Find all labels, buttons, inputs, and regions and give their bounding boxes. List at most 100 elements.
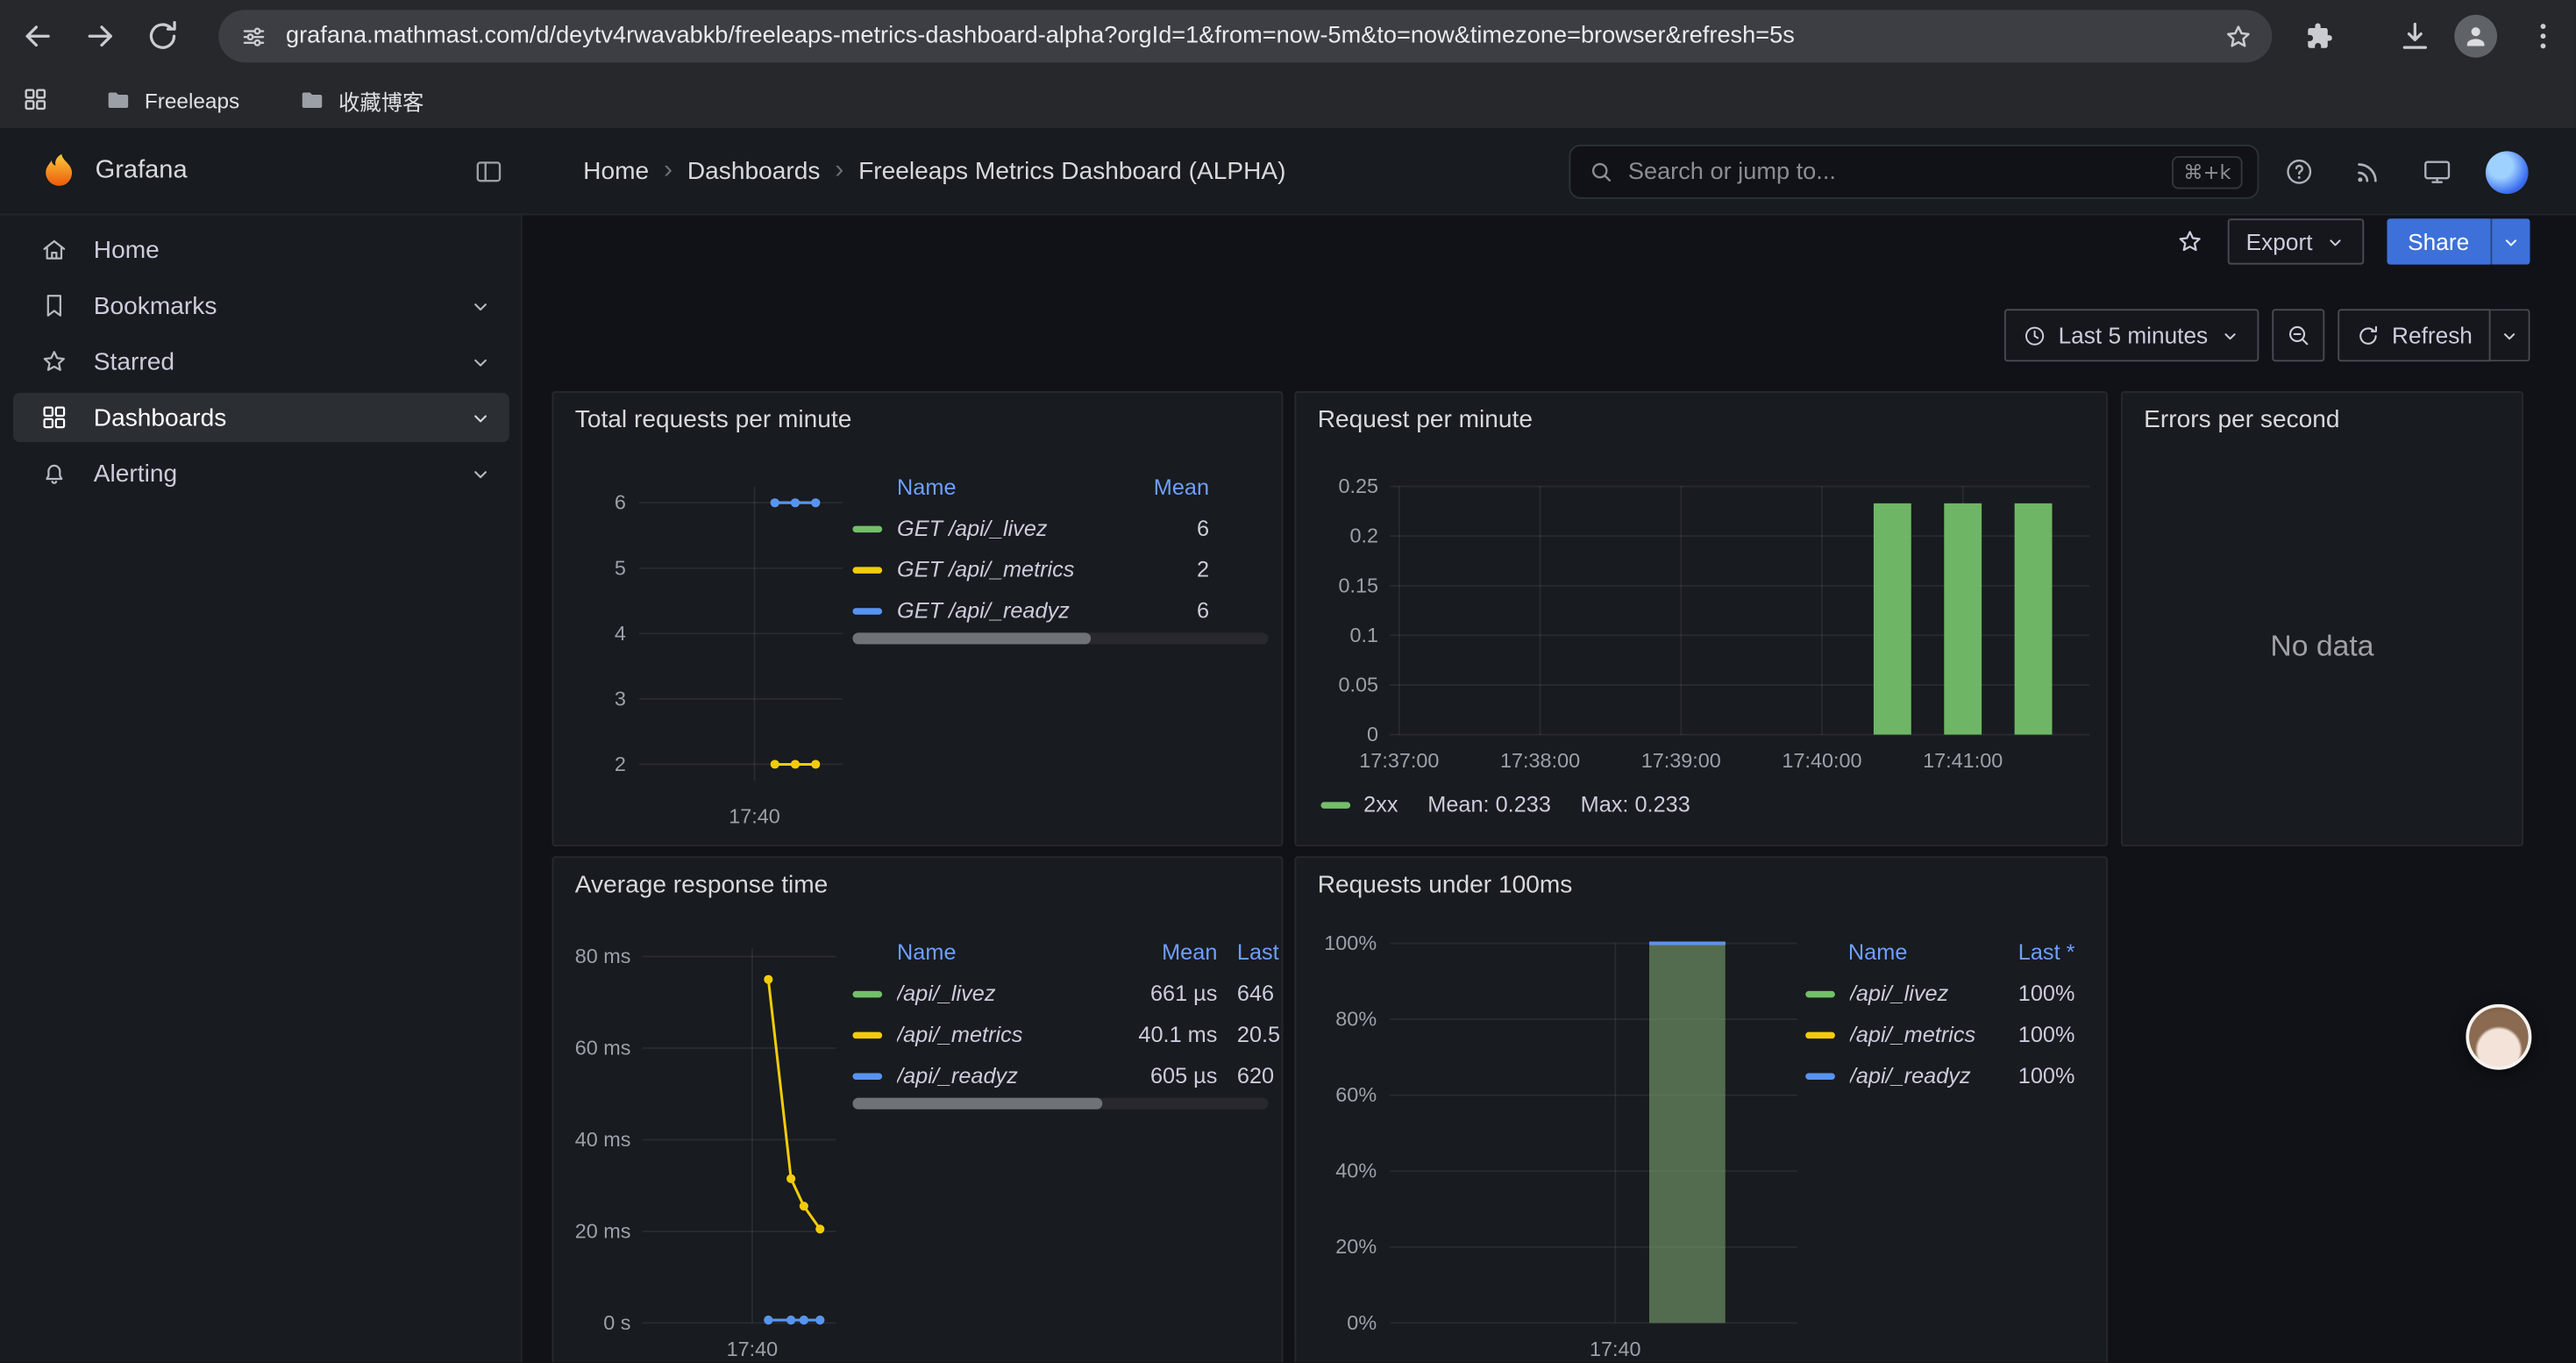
star-icon bbox=[39, 346, 69, 376]
refresh-button[interactable]: Refresh bbox=[2338, 309, 2490, 361]
bookmark-star-icon[interactable] bbox=[2223, 20, 2254, 52]
series-swatch bbox=[852, 1073, 882, 1079]
sidebar-item-dashboards[interactable]: Dashboards bbox=[13, 393, 509, 442]
user-avatar[interactable] bbox=[2486, 151, 2529, 194]
legend-col-header[interactable]: Last * bbox=[1217, 939, 1283, 964]
browser-profile-avatar[interactable] bbox=[2454, 15, 2497, 58]
legend-col-header[interactable]: Name bbox=[1805, 939, 1976, 964]
scrollbar-thumb[interactable] bbox=[852, 632, 1091, 644]
legend-col-header[interactable]: Name bbox=[852, 475, 1123, 499]
legend-row[interactable]: /api/_readyz100% bbox=[1805, 1055, 2074, 1096]
legend-row[interactable]: GET /api/_metrics2 bbox=[852, 549, 1209, 590]
search-input[interactable]: Search or jump to... ⌘+k bbox=[1569, 145, 2259, 199]
downloads-icon[interactable] bbox=[2397, 18, 2433, 54]
legend-col-header[interactable]: Last * bbox=[1976, 939, 2074, 964]
bookmark-item[interactable]: Freeleaps bbox=[92, 79, 253, 122]
help-icon[interactable] bbox=[2283, 156, 2315, 188]
time-controls: Last 5 minutes Refresh bbox=[2004, 309, 2530, 361]
series-swatch bbox=[852, 607, 882, 613]
export-button[interactable]: Export bbox=[2228, 218, 2364, 264]
series-name[interactable]: 2xx bbox=[1363, 792, 1398, 817]
news-rss-icon[interactable] bbox=[2352, 156, 2384, 188]
legend-row[interactable]: GET /api/_readyz6 bbox=[852, 590, 1209, 632]
series-value: 100% bbox=[1976, 1063, 2074, 1088]
time-range-picker[interactable]: Last 5 minutes bbox=[2004, 309, 2259, 361]
sidebar-item-home[interactable]: Home bbox=[13, 225, 509, 275]
series-swatch bbox=[852, 1031, 882, 1038]
series-name: GET /api/_metrics bbox=[897, 557, 1124, 582]
legend-table: NameMeanGET /api/_livez6GET /api/_metric… bbox=[852, 465, 1209, 631]
svg-text:0%: 0% bbox=[1347, 1311, 1377, 1334]
svg-text:0.05: 0.05 bbox=[1338, 673, 1378, 696]
legend-inline[interactable]: 2xx Mean: 0.233 Max: 0.233 bbox=[1320, 792, 1690, 817]
chart-request-per-minute[interactable]: 0.250.20.150.10.05017:37:0017:38:0017:39… bbox=[1296, 393, 2108, 846]
url-bar[interactable]: grafana.mathmast.com/d/deytv4rwavabkb/fr… bbox=[218, 10, 2272, 62]
sidebar-item-alerting[interactable]: Alerting bbox=[13, 449, 509, 498]
svg-text:20 ms: 20 ms bbox=[575, 1219, 631, 1242]
zoom-out-button[interactable] bbox=[2272, 309, 2324, 361]
screen: grafana.mathmast.com/d/deytv4rwavabkb/fr… bbox=[0, 0, 2576, 1363]
browser-back-icon[interactable] bbox=[19, 18, 55, 54]
legend-row[interactable]: /api/_metrics40.1 ms20.5 ms bbox=[852, 1014, 1283, 1055]
series-name: /api/_metrics bbox=[1850, 1022, 1976, 1046]
svg-text:4: 4 bbox=[615, 622, 626, 645]
panel-average-response-time: Average response time 80 ms60 ms40 ms20 … bbox=[552, 856, 1284, 1362]
svg-text:80%: 80% bbox=[1335, 1008, 1377, 1031]
export-label: Export bbox=[2246, 228, 2313, 254]
legend-scrollbar[interactable] bbox=[852, 1098, 1268, 1110]
legend-row[interactable]: /api/_livez100% bbox=[1805, 973, 2074, 1014]
search-icon bbox=[1589, 160, 1613, 184]
series-name: /api/_readyz bbox=[1850, 1063, 1976, 1088]
legend-table: NameMeanLast */api/_livez661 µs646 µs/ap… bbox=[852, 931, 1283, 1096]
svg-text:17:41:00: 17:41:00 bbox=[1923, 749, 2003, 772]
series-stat: Max: 0.233 bbox=[1581, 792, 1690, 817]
sidebar-toggle-icon[interactable] bbox=[473, 156, 505, 188]
scrollbar-thumb[interactable] bbox=[852, 1098, 1102, 1110]
series-stat: Mean: 0.233 bbox=[1427, 792, 1551, 817]
legend-row[interactable]: /api/_readyz605 µs620 µs bbox=[852, 1055, 1283, 1096]
sidebar-item-bookmarks[interactable]: Bookmarks bbox=[13, 281, 509, 330]
legend-col-header[interactable]: Mean bbox=[1125, 939, 1217, 964]
assistant-avatar[interactable] bbox=[2466, 1004, 2531, 1070]
breadcrumb-dashboards[interactable]: Dashboards bbox=[687, 157, 821, 185]
series-swatch bbox=[1805, 1031, 1835, 1038]
series-name: /api/_livez bbox=[897, 981, 1125, 1006]
series-value: 661 µs bbox=[1125, 981, 1217, 1006]
chevron-down-icon bbox=[2219, 325, 2240, 346]
svg-text:6: 6 bbox=[615, 491, 626, 514]
svg-text:20%: 20% bbox=[1335, 1235, 1377, 1258]
share-button[interactable]: Share bbox=[2387, 218, 2491, 264]
dashboard-canvas: Export Share Last 5 minutes bbox=[523, 215, 2576, 1362]
browser-reload-icon[interactable] bbox=[145, 18, 181, 54]
panel-title[interactable]: Errors per second bbox=[2123, 393, 2522, 449]
series-name: /api/_livez bbox=[1850, 981, 1976, 1006]
grafana-logo[interactable] bbox=[39, 151, 81, 192]
series-swatch bbox=[1805, 990, 1835, 996]
display-icon[interactable] bbox=[2422, 156, 2453, 188]
sidebar-item-starred[interactable]: Starred bbox=[13, 337, 509, 386]
apps-grid-icon bbox=[39, 403, 69, 432]
favorite-dashboard-button[interactable] bbox=[2175, 227, 2205, 257]
legend-row[interactable]: /api/_livez661 µs646 µs bbox=[852, 973, 1283, 1014]
legend-header-row: NameMeanLast * bbox=[852, 931, 1283, 974]
extensions-icon[interactable] bbox=[2305, 21, 2335, 51]
legend-row[interactable]: GET /api/_livez6 bbox=[852, 508, 1209, 549]
refresh-label: Refresh bbox=[2392, 322, 2473, 348]
chevron-down-icon bbox=[2499, 325, 2520, 346]
browser-forward-icon[interactable] bbox=[82, 18, 118, 54]
search-shortcut-badge: ⌘+k bbox=[2172, 155, 2243, 188]
series-value: 100% bbox=[1976, 1022, 2074, 1046]
bookmark-item[interactable]: 收藏博客 bbox=[286, 79, 437, 122]
legend-row[interactable]: /api/_metrics100% bbox=[1805, 1014, 2074, 1055]
breadcrumb-home[interactable]: Home bbox=[583, 157, 649, 185]
site-info-icon[interactable] bbox=[240, 22, 268, 50]
legend-scrollbar[interactable] bbox=[852, 632, 1268, 644]
apps-shortcut-icon[interactable] bbox=[21, 85, 49, 113]
legend-col-header[interactable]: Name bbox=[852, 939, 1125, 964]
legend-col-header[interactable]: Mean bbox=[1124, 475, 1209, 499]
chevron-down-icon bbox=[2324, 231, 2345, 252]
browser-menu-icon[interactable] bbox=[2525, 18, 2561, 54]
refresh-interval-button[interactable] bbox=[2491, 309, 2530, 361]
series-value: 40.1 ms bbox=[1125, 1022, 1217, 1046]
share-menu-button[interactable] bbox=[2491, 218, 2530, 264]
